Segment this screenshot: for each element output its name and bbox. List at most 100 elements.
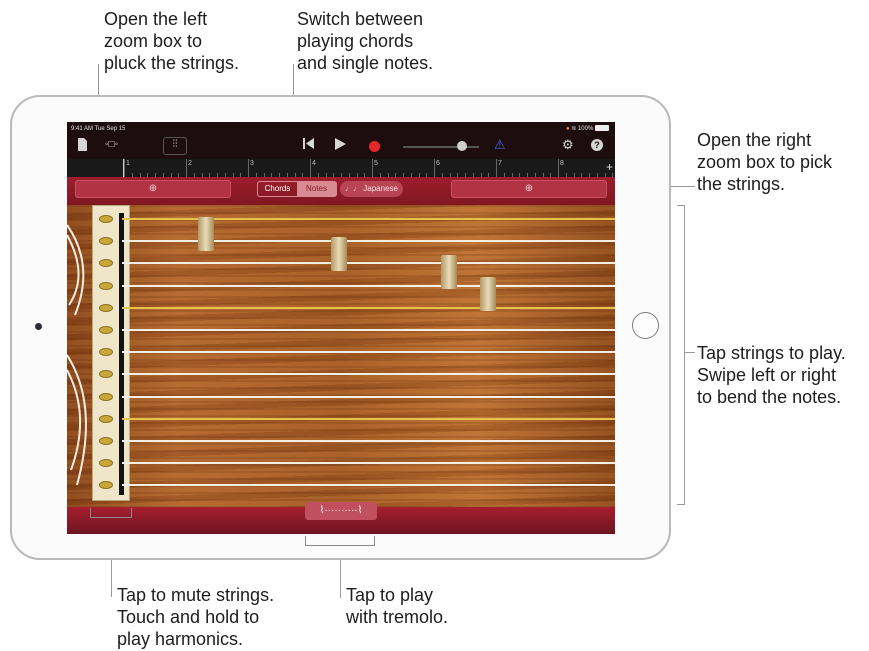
ruler-tick	[558, 159, 559, 177]
leader-line	[677, 205, 685, 206]
koto-string[interactable]	[122, 440, 615, 442]
callout-tap-strings: Tap strings to play. Swipe left or right…	[697, 342, 846, 408]
tremolo-icon: ⌇··········⌇	[319, 505, 363, 516]
callout-line: with tremolo.	[346, 607, 449, 627]
koto-instrument[interactable]	[67, 205, 615, 507]
koto-bridge[interactable]	[198, 217, 214, 251]
koto-string[interactable]	[122, 240, 615, 243]
playhead[interactable]	[123, 159, 124, 177]
zoom-magnifier-icon: ⊕	[148, 183, 158, 194]
ruler-bar-number: 7	[498, 160, 502, 167]
ruler-tick	[248, 159, 249, 177]
koto-bridge[interactable]	[441, 255, 457, 289]
koto-string[interactable]	[122, 218, 615, 220]
koto-nut	[119, 213, 124, 495]
string-peg	[99, 437, 113, 445]
ruler-tick	[434, 159, 435, 177]
ruler-bar-number: 1	[126, 160, 130, 167]
mute-zone-bracket	[90, 508, 132, 518]
koto-string[interactable]	[122, 306, 615, 309]
go-to-start-icon[interactable]	[303, 138, 314, 152]
koto-string[interactable]	[122, 462, 615, 465]
notes-button[interactable]: Notes	[297, 182, 336, 196]
play-icon[interactable]	[335, 138, 346, 153]
koto-bridge[interactable]	[480, 277, 496, 311]
left-zoom-box[interactable]: ⊕	[75, 180, 231, 198]
koto-string[interactable]	[122, 395, 615, 398]
front-camera	[35, 323, 42, 330]
koto-string[interactable]	[122, 484, 615, 487]
callout-line: zoom box to pick	[697, 152, 833, 172]
callout-line: Tap strings to play.	[697, 343, 846, 363]
callout-left-zoom: Open the left zoom box to pluck the stri…	[104, 8, 239, 74]
string-peg	[99, 215, 113, 223]
tremolo-zone-bracket	[305, 536, 375, 546]
music-note-icon: ♩♩	[345, 184, 362, 193]
koto-string[interactable]	[122, 329, 615, 331]
callout-line: Switch between	[297, 9, 424, 29]
ruler-bar-number: 2	[188, 160, 192, 167]
callout-line: pluck the strings.	[104, 53, 240, 73]
callout-line: Open the right	[697, 130, 812, 150]
koto-string[interactable]	[122, 417, 615, 420]
koto-controls-bar: ⊕ Chords Notes ♩♩ Japanese ⊕	[67, 177, 615, 205]
string-peg	[99, 281, 113, 290]
ruler-tick	[496, 159, 497, 177]
callout-line: Swipe left or right	[697, 365, 837, 385]
ruler-tick	[372, 159, 373, 177]
battery-icon	[595, 125, 609, 132]
callout-line: Open the left	[104, 9, 208, 29]
callout-line: to bend the notes.	[697, 387, 842, 407]
battery-percent: 100%	[577, 126, 594, 132]
callout-tremolo: Tap to play with tremolo.	[346, 584, 448, 628]
callout-line: the strings.	[697, 174, 786, 194]
ruler-bar-number: 8	[560, 160, 564, 167]
volume-slider-knob[interactable]	[457, 141, 467, 151]
callout-line: playing chords	[297, 31, 414, 51]
plus-icon[interactable]: +	[606, 160, 613, 174]
ruler-tick	[310, 159, 311, 177]
help-icon[interactable]: ?	[591, 139, 603, 151]
document-icon[interactable]	[77, 138, 87, 154]
ruler-bar-number: 5	[374, 160, 378, 167]
leader-line	[677, 504, 685, 505]
callout-line: zoom box to	[104, 31, 203, 51]
metronome-icon[interactable]: ⚠	[494, 138, 506, 152]
koto-string[interactable]	[122, 373, 615, 376]
timeline-ruler[interactable]: 1 2 3 4 5 6 7 8 +	[67, 159, 615, 177]
right-zoom-box[interactable]: ⊕	[451, 180, 607, 198]
string-peg	[99, 303, 113, 312]
leader-line	[684, 205, 685, 505]
callout-line: play harmonics.	[117, 629, 244, 649]
koto-string[interactable]	[122, 262, 615, 265]
callout-right-zoom: Open the right zoom box to pick the stri…	[697, 129, 832, 195]
record-icon[interactable]	[369, 141, 380, 152]
tremolo-button[interactable]: ⌇··········⌇	[305, 502, 377, 520]
control-bar: ◦□◦ ⫶⫶ ⚠ ⚙ ?	[67, 134, 615, 156]
koto-bridge[interactable]	[331, 237, 347, 271]
callout-line: Tap to mute strings.	[117, 585, 275, 605]
home-button[interactable]	[632, 312, 659, 339]
zoom-magnifier-icon: ⊕	[524, 183, 534, 194]
string-peg	[99, 414, 113, 423]
callout-mute: Tap to mute strings. Touch and hold to p…	[117, 584, 274, 650]
scale-button[interactable]: ♩♩ Japanese	[340, 181, 403, 197]
volume-slider[interactable]	[403, 146, 479, 148]
callout-chords-notes: Switch between playing chords and single…	[297, 8, 433, 74]
settings-icon[interactable]: ⚙	[562, 138, 574, 152]
callout-line: and single notes.	[297, 53, 434, 73]
chords-button[interactable]: Chords	[258, 182, 297, 196]
chords-notes-switch[interactable]: Chords Notes	[257, 181, 337, 197]
garageband-koto-screen: 9:41 AM Tue Sep 15 ● ≋ 100% ◦□◦ ⫶⫶ ⚠ ⚙ ?…	[67, 122, 615, 534]
leader-line	[684, 352, 695, 353]
koto-string[interactable]	[122, 284, 615, 287]
ruler-bar-number: 4	[312, 160, 316, 167]
mixer-sliders-icon[interactable]: ⫶⫶	[163, 137, 187, 155]
string-peg	[99, 326, 113, 334]
koto-string[interactable]	[122, 351, 615, 354]
ruler-tick	[186, 159, 187, 177]
ruler-bar-number: 6	[436, 160, 440, 167]
callout-line: Tap to play	[346, 585, 434, 605]
ruler-tick	[124, 159, 125, 177]
view-toggle-icon[interactable]: ◦□◦	[105, 138, 118, 152]
